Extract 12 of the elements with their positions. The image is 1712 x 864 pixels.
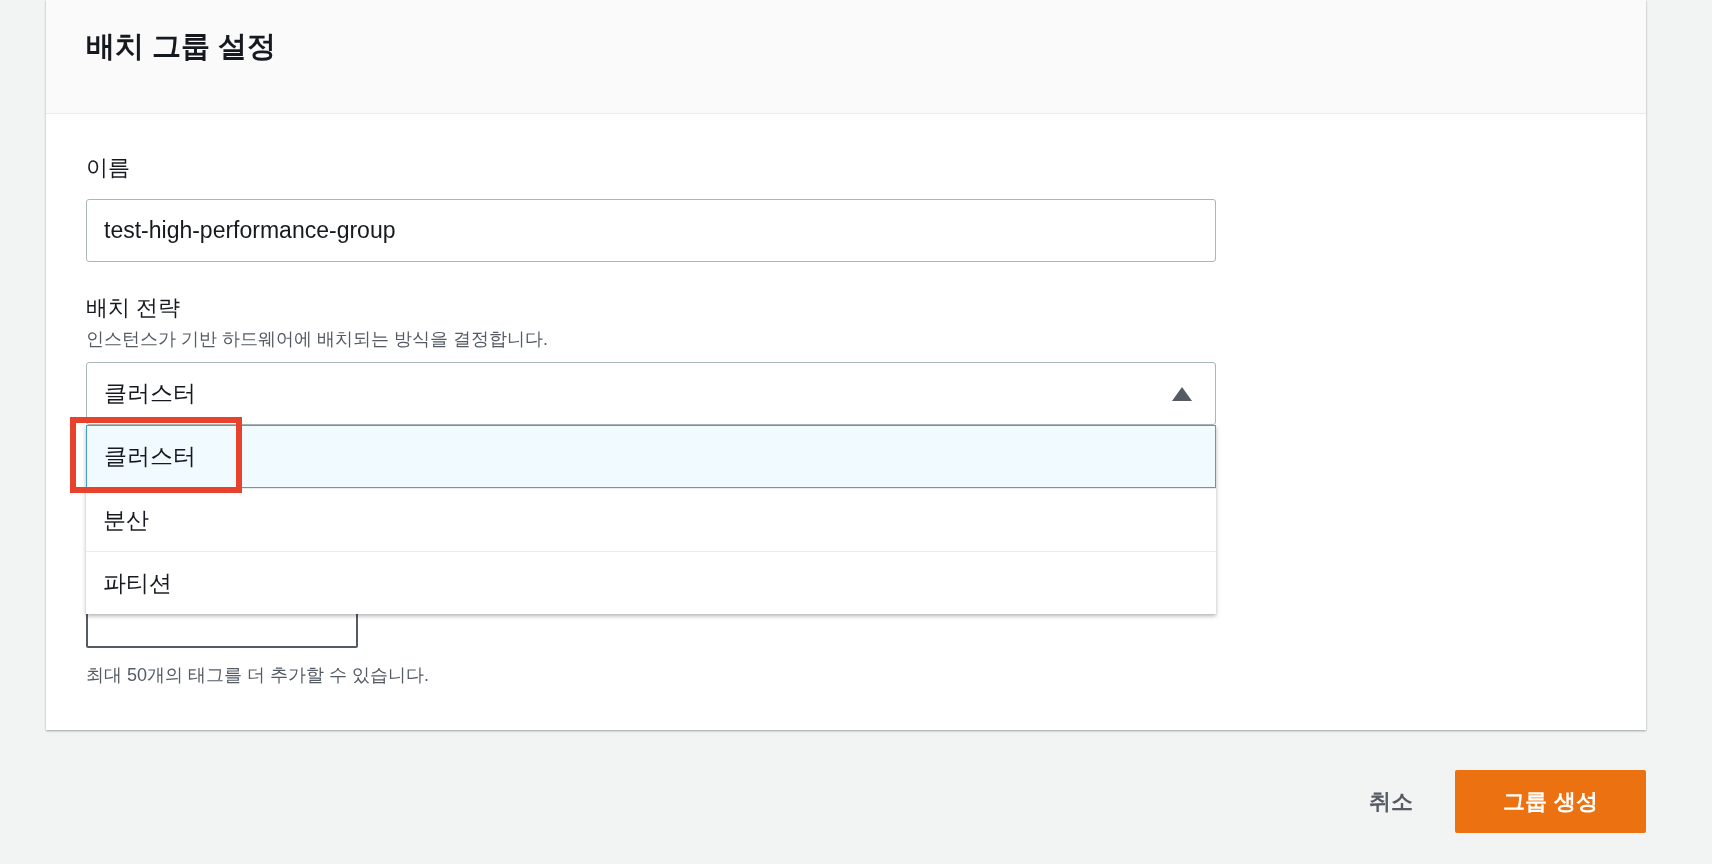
dropdown-option[interactable]: 클러스터 <box>86 425 1216 488</box>
cancel-button[interactable]: 취소 <box>1369 785 1413 818</box>
caret-up-icon <box>1172 386 1192 401</box>
helper-text: 최대 50개의 태그를 더 추가할 수 있습니다. <box>86 664 431 687</box>
field-label: 이름 <box>86 154 131 182</box>
name-input-field[interactable]: test-high-performance-group <box>86 199 1216 262</box>
field-description: 인스턴스가 기반 하드웨어에 배치되는 방식을 결정합니다. <box>86 328 549 351</box>
strategy-select[interactable]: 클러스터 <box>86 362 1216 425</box>
dropdown-option[interactable]: 분산 <box>86 488 1216 551</box>
panel-title: 배치 그룹 설정 <box>86 28 277 64</box>
field-label: 배치 전략 <box>86 294 182 322</box>
dropdown-option[interactable]: 파티션 <box>86 551 1216 614</box>
